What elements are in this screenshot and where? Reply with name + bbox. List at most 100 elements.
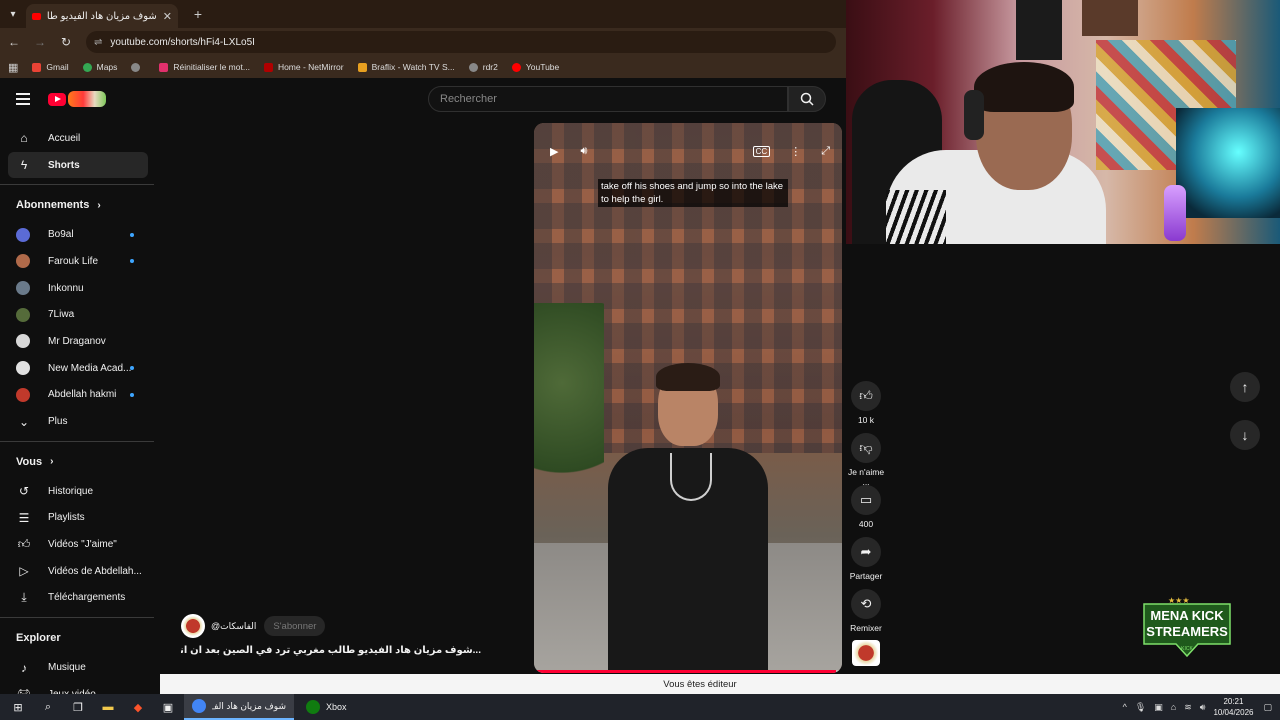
reload-icon[interactable]: ↻ xyxy=(54,30,78,54)
bookmark-globe[interactable] xyxy=(131,62,145,72)
channel-avatar[interactable] xyxy=(181,614,205,638)
sidebar-item-history[interactable]: ↺ Historique xyxy=(0,478,148,505)
sidebar: ⌂ Accueil ϟ Shorts Abonnements › Bo9al Fa… xyxy=(0,125,156,701)
shorts-video-player[interactable]: ▶ 🔊︎ CC ⋮ ⤢ take off his shoes and jump … xyxy=(534,123,842,673)
sidebar-item-inkonnu[interactable]: Inkonnu xyxy=(0,275,148,302)
sidebar-item-playlists[interactable]: ☰ Playlists xyxy=(0,505,148,532)
channel-name[interactable]: @الفاسكات xyxy=(211,621,256,632)
volume-icon[interactable]: 🔊︎ xyxy=(580,145,587,158)
bookmark-braflix[interactable]: Braflix - Watch TV S... xyxy=(357,62,455,72)
url-bar[interactable]: ⇌ youtube.com/shorts/hFi4-LXLo5I xyxy=(86,31,836,53)
bookmark-label: YouTube xyxy=(525,62,560,72)
app-tray-icon[interactable]: ▣ xyxy=(1154,702,1163,713)
video-title[interactable]: ...شوف مزيان هاد الفيديو طالب مغربي ترد … xyxy=(181,645,481,656)
sidebar-item-music[interactable]: ♪ Musique xyxy=(0,654,148,681)
chevron-up-icon[interactable]: ^ xyxy=(1123,702,1127,712)
taskbar-app-xbox[interactable]: Xbox xyxy=(298,694,355,720)
divider xyxy=(0,184,154,186)
globe-icon xyxy=(131,62,141,72)
section-title: Explorer xyxy=(16,632,61,645)
bookmark-maps[interactable]: Maps xyxy=(82,62,117,72)
globe-icon xyxy=(468,62,478,72)
site-info-icon[interactable]: ⇌ xyxy=(94,37,102,48)
clock[interactable]: 20:21 10/04/2026 xyxy=(1213,696,1253,718)
forward-icon[interactable]: → xyxy=(28,30,52,54)
bookmark-label: Réinitialiser le mot... xyxy=(173,62,250,72)
comments-button[interactable]: ▭ 400 xyxy=(846,485,886,529)
sidebar-item-home[interactable]: ⌂ Accueil xyxy=(0,125,148,152)
bookmark-label: Home - NetMirror xyxy=(277,62,344,72)
sound-thumbnail[interactable] xyxy=(852,640,880,666)
menu-icon[interactable] xyxy=(16,93,30,105)
fullscreen-icon[interactable]: ⤢ xyxy=(821,145,830,158)
sidebar-item-label: Playlists xyxy=(48,512,85,524)
search-button[interactable] xyxy=(788,86,826,112)
wifi-icon[interactable]: ≋ xyxy=(1184,702,1192,713)
browser-tab-active[interactable]: شوف مزيان هاد الفيديو طالب مغ ✕ xyxy=(26,4,178,28)
captions-icon[interactable]: CC xyxy=(752,145,771,157)
new-content-dot xyxy=(130,366,134,371)
instagram-icon xyxy=(159,62,169,72)
youtube-logo[interactable] xyxy=(48,91,106,107)
previous-short-button[interactable]: ↑ xyxy=(1230,372,1260,402)
share-button[interactable]: ➦ Partager xyxy=(846,537,886,581)
back-icon[interactable]: ← xyxy=(2,30,26,54)
sidebar-item-liked-videos[interactable]: 👍︎ Vidéos "J'aime" xyxy=(0,531,148,558)
sidebar-item-your-videos[interactable]: ▷ Vidéos de Abdellah... xyxy=(0,558,148,585)
taskbar-app-chrome[interactable]: شوف مزيان هاد الف xyxy=(184,694,294,720)
search-icon[interactable]: ⌕ xyxy=(36,697,60,717)
sidebar-item-label: Farouk Life xyxy=(48,255,99,267)
search-input[interactable]: Rechercher xyxy=(428,86,788,112)
network-icon[interactable]: ⌂ xyxy=(1171,702,1176,712)
avatar xyxy=(16,227,30,242)
sidebar-item-farouk-life[interactable]: Farouk Life xyxy=(0,248,148,275)
next-short-button[interactable]: ↓ xyxy=(1230,420,1260,450)
tab-search-icon[interactable]: ▾ xyxy=(0,0,26,28)
apps-grid-icon[interactable]: ▦ xyxy=(8,61,18,74)
sidebar-item-downloads[interactable]: ⤓ Téléchargements xyxy=(0,585,148,612)
like-count: 10 k xyxy=(857,415,875,425)
microphone-icon[interactable]: 🎙︎ xyxy=(1135,702,1146,713)
new-content-dot xyxy=(130,259,134,264)
sidebar-item-new-media-academy[interactable]: New Media Acad... xyxy=(0,355,148,382)
store-icon[interactable]: ▣ xyxy=(156,697,180,717)
maps-icon xyxy=(82,62,92,72)
more-options-icon[interactable]: ⋮ xyxy=(790,145,801,158)
sidebar-item-7liwa[interactable]: 7Liwa xyxy=(0,301,148,328)
sidebar-item-shorts[interactable]: ϟ Shorts xyxy=(8,151,148,179)
arrow-up-icon: ↑ xyxy=(1241,379,1249,395)
bookmark-youtube[interactable]: YouTube xyxy=(511,62,560,72)
youtube-favicon-icon xyxy=(32,12,41,20)
new-tab-icon[interactable]: + xyxy=(186,2,210,26)
file-explorer-icon[interactable]: ▬ xyxy=(96,697,120,717)
play-icon[interactable]: ▶ xyxy=(550,145,558,158)
windows-start-icon[interactable]: ⊞ xyxy=(6,697,30,717)
clock-time: 20:21 xyxy=(1223,697,1244,706)
remix-button[interactable]: ⟲ Remixer xyxy=(846,589,886,633)
dislike-button[interactable]: 👎︎ Je n'aime ... xyxy=(846,433,886,487)
video-progress-bar[interactable] xyxy=(534,670,842,673)
notifications-icon[interactable]: ▢ xyxy=(1263,702,1272,713)
close-tab-icon[interactable]: ✕ xyxy=(163,10,172,23)
bookmark-netmirror[interactable]: Home - NetMirror xyxy=(263,62,344,72)
bookmark-gmail[interactable]: Gmail xyxy=(32,62,69,72)
bookmark-rdr2[interactable]: rdr2 xyxy=(468,62,498,72)
youtube-play-icon xyxy=(48,92,66,106)
search-icon xyxy=(800,92,814,106)
brave-icon[interactable]: ◆ xyxy=(126,697,150,717)
subscribe-button[interactable]: S'abonner xyxy=(264,616,326,636)
sidebar-item-abdellah-hakmi[interactable]: Abdellah hakmi xyxy=(0,382,148,409)
volume-icon[interactable]: 🔊︎ xyxy=(1200,702,1206,713)
sidebar-item-bo9al[interactable]: Bo9al xyxy=(0,221,148,248)
like-button[interactable]: 👍︎ 10 k xyxy=(846,381,886,425)
sidebar-item-plus[interactable]: ⌄ Plus xyxy=(0,408,148,435)
bookmark-label: Braflix - Watch TV S... xyxy=(371,62,455,72)
bookmark-instagram[interactable]: Réinitialiser le mot... xyxy=(159,62,250,72)
subscriptions-heading[interactable]: Abonnements › xyxy=(0,189,156,221)
chrome-icon xyxy=(192,699,206,713)
sidebar-item-mr-draganov[interactable]: Mr Draganov xyxy=(0,328,148,355)
webcam-overlay xyxy=(846,0,1280,244)
task-view-icon[interactable]: ❐ xyxy=(66,697,90,717)
you-heading[interactable]: Vous › xyxy=(0,446,156,478)
bookmark-label: Gmail xyxy=(46,62,69,72)
